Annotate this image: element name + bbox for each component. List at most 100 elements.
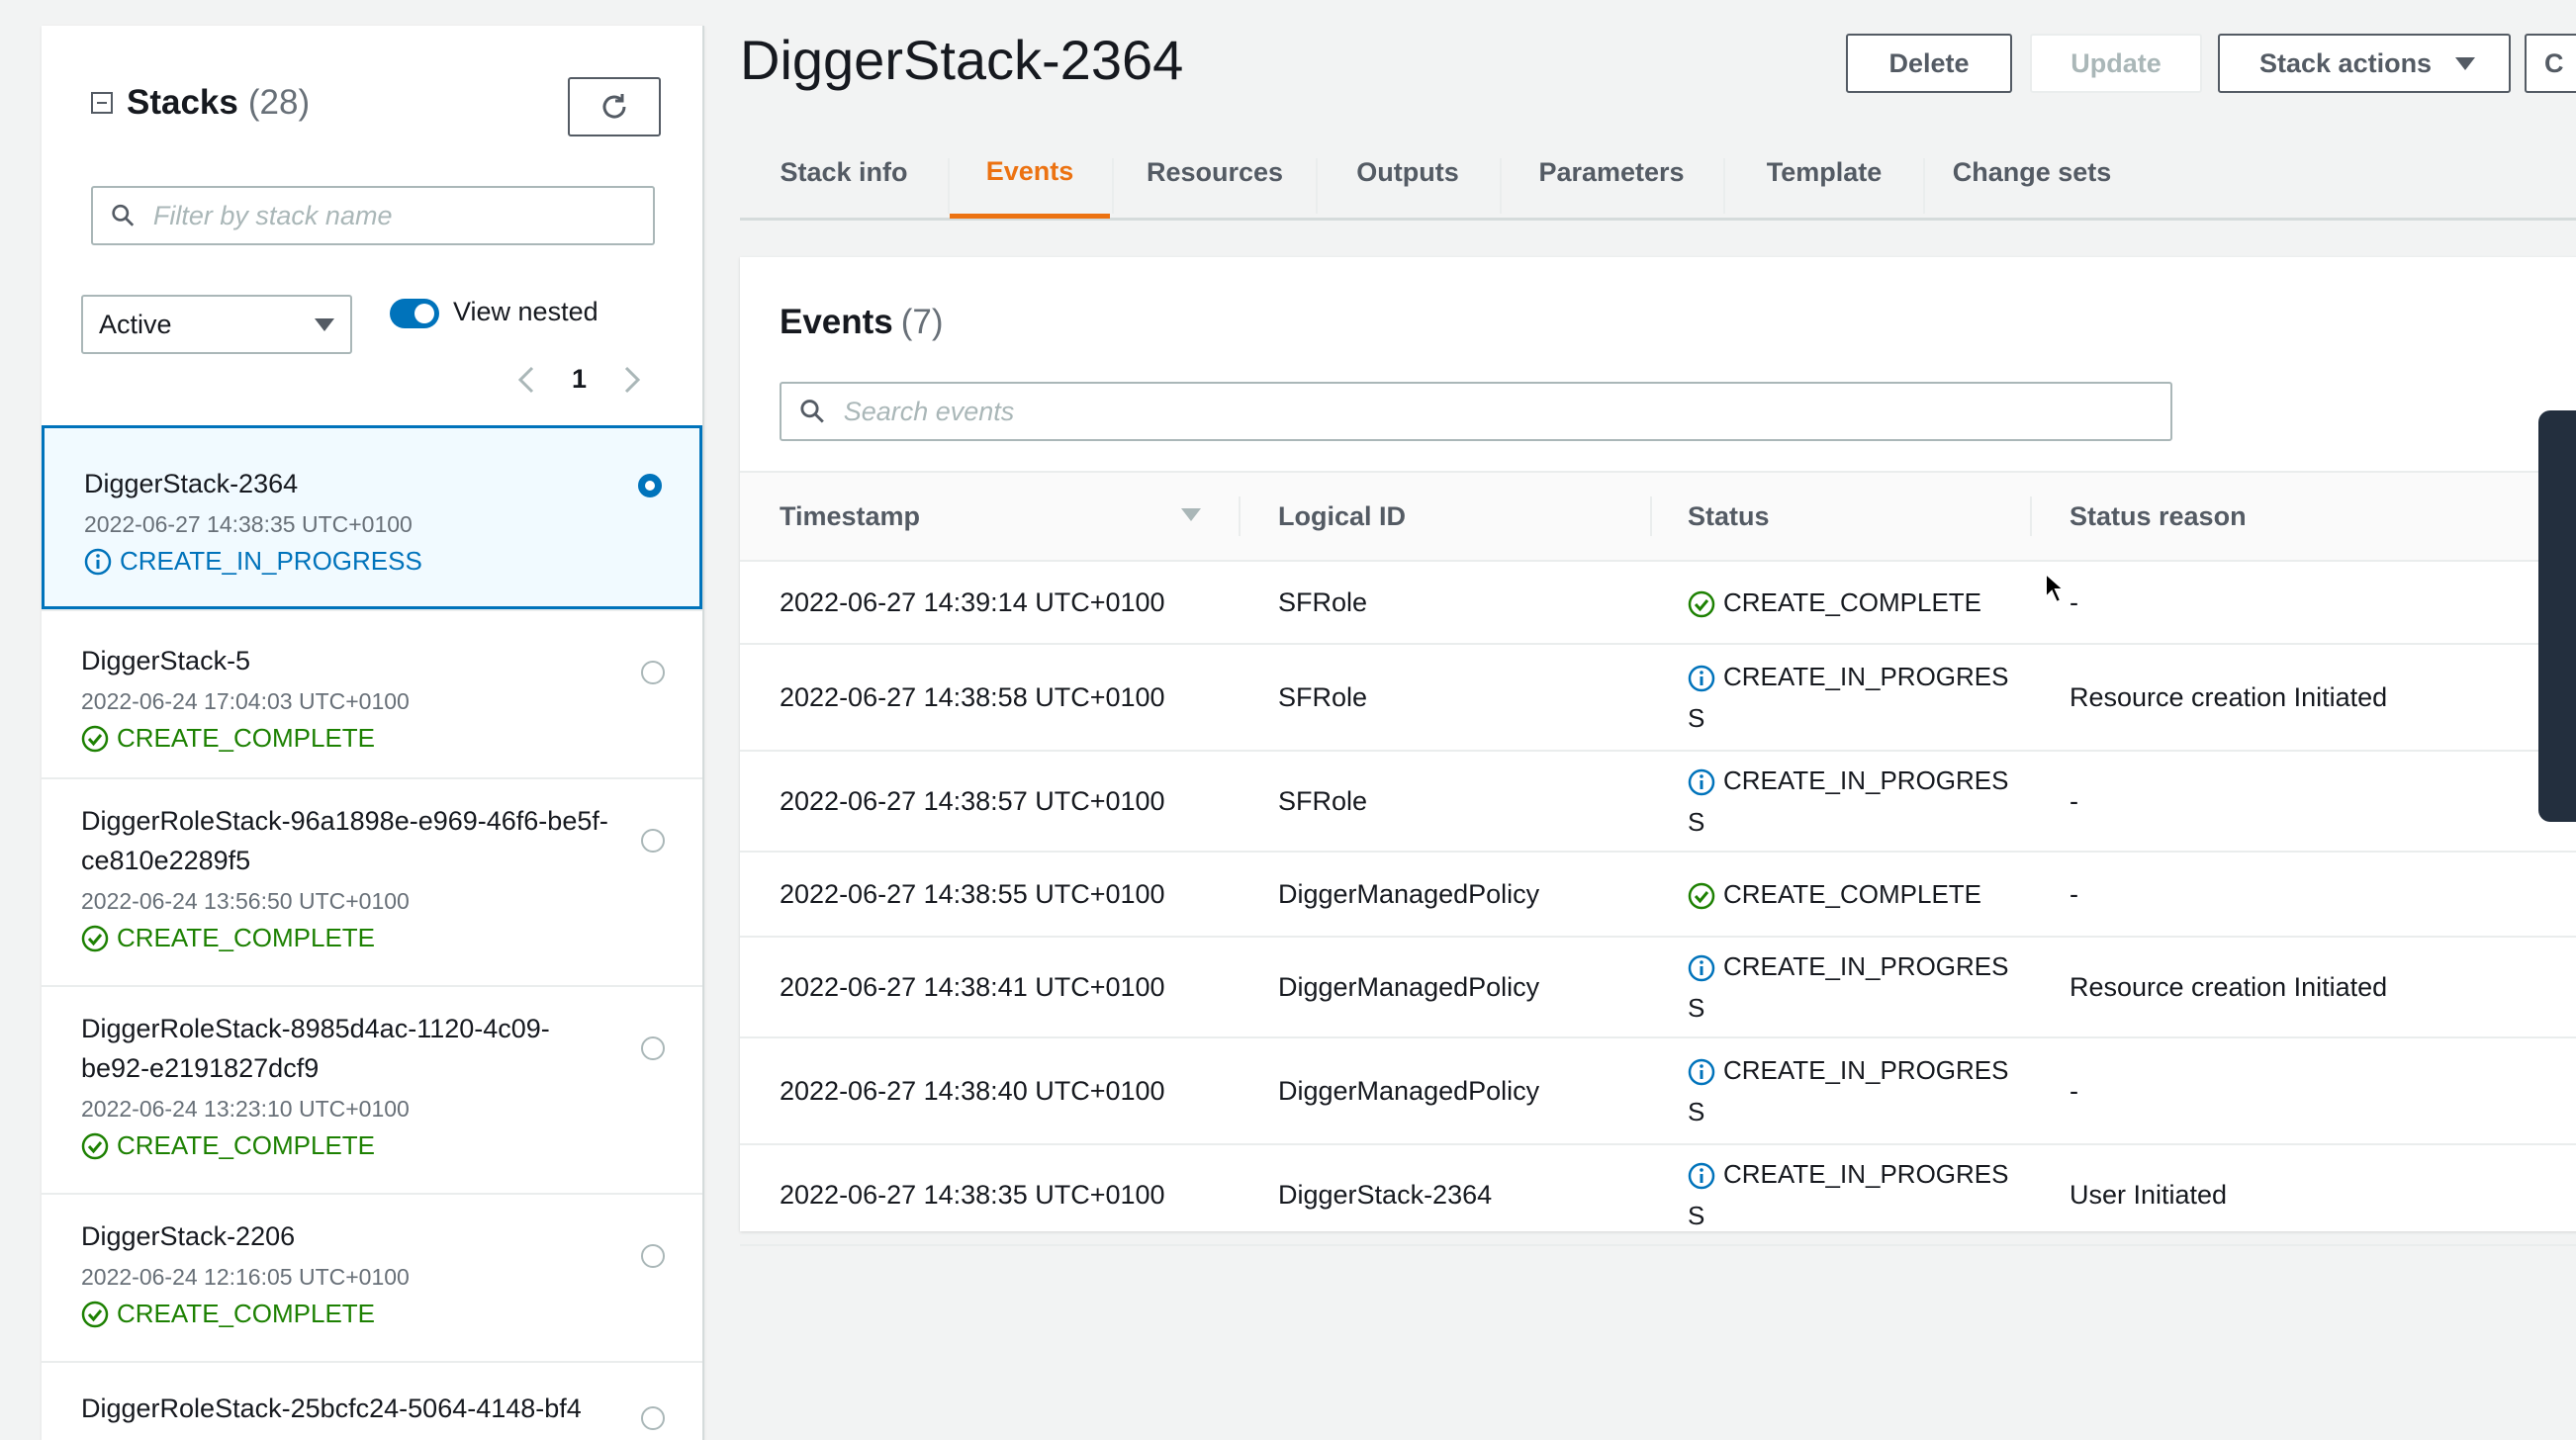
stack-status-text: CREATE_COMPLETE: [117, 923, 376, 952]
update-button[interactable]: Update: [2030, 34, 2202, 93]
event-status: CREATE_IN_PROGRES S: [1688, 1145, 2014, 1244]
table-row[interactable]: 2022-06-27 14:38:55 UTC+0100 DiggerManage…: [740, 853, 2576, 938]
event-status-text: CREATE_IN_PROGRES: [1723, 951, 2009, 981]
pagination: 1: [516, 364, 642, 395]
column-divider: [1650, 496, 1652, 536]
stack-filter-input[interactable]: [150, 199, 653, 232]
event-status-wrap: S: [1688, 1097, 1705, 1126]
tab-stack-info[interactable]: Stack info: [740, 129, 948, 216]
stack-tabs: Stack info Events Resources Outputs Para…: [740, 129, 2576, 221]
stack-list-item[interactable]: DiggerRoleStack-8985d4ac-1120-4c09-be92-…: [42, 985, 702, 1193]
event-timestamp: 2022-06-27 14:38:35 UTC+0100: [780, 1145, 1165, 1244]
refresh-button[interactable]: [568, 77, 661, 136]
tab-resources[interactable]: Resources: [1114, 129, 1316, 216]
event-logical-id-text: SFRole: [1278, 681, 1368, 712]
tab-outputs[interactable]: Outputs: [1318, 129, 1498, 216]
stack-filter-field[interactable]: [91, 186, 655, 245]
event-timestamp-text: 2022-06-27 14:38:55 UTC+0100: [780, 878, 1165, 909]
event-status-reason-text: -: [2070, 785, 2078, 816]
stack-select-radio[interactable]: [638, 474, 662, 497]
table-row[interactable]: 2022-06-27 14:38:57 UTC+0100 SFRole CREATE…: [740, 752, 2576, 853]
event-status: CREATE_IN_PROGRES S: [1688, 752, 2014, 851]
delete-button[interactable]: Delete: [1846, 34, 2012, 93]
stack-list-item[interactable]: DiggerStack-2364 2022-06-27 14:38:35 UTC…: [42, 425, 702, 609]
info-icon: [1688, 1058, 1715, 1086]
event-status-line: CREATE_IN_PROGRES: [1688, 656, 2008, 697]
column-header-logical-id[interactable]: Logical ID: [1278, 473, 1406, 560]
info-icon: [1688, 665, 1715, 692]
column-header-status-reason[interactable]: Status reason: [2070, 473, 2247, 560]
table-row[interactable]: 2022-06-27 14:38:41 UTC+0100 DiggerManage…: [740, 938, 2576, 1038]
table-row[interactable]: 2022-06-27 14:38:35 UTC+0100 DiggerStack-…: [740, 1145, 2576, 1246]
table-body: 2022-06-27 14:39:14 UTC+0100 SFRole CREATE…: [740, 562, 2576, 1246]
table-row[interactable]: 2022-06-27 14:39:14 UTC+0100 SFRole CREATE…: [740, 562, 2576, 645]
event-status-reason: User Initiated: [2070, 1145, 2227, 1244]
stack-status: CREATE_IN_PROGRESS: [84, 546, 699, 577]
event-status-reason-text: -: [2070, 586, 2078, 617]
sidebar-header: Stacks (28): [91, 83, 310, 123]
chevron-right-icon[interactable]: [622, 365, 642, 395]
table-row[interactable]: 2022-06-27 14:38:58 UTC+0100 SFRole CREATE…: [740, 645, 2576, 752]
sidebar-count: (28): [247, 83, 311, 122]
stack-name: DiggerRoleStack-96a1898e-e969-46f6-be5f-…: [81, 806, 608, 875]
stack-created-time: 2022-06-27 14:38:35 UTC+0100: [84, 511, 413, 537]
tab-template[interactable]: Template: [1725, 129, 1923, 216]
event-status-reason: -: [2070, 1038, 2078, 1143]
stack-status: CREATE_COMPLETE: [81, 923, 702, 953]
column-header-timestamp[interactable]: Timestamp: [780, 473, 920, 560]
check-circle-icon: [81, 725, 109, 752]
info-icon: [84, 548, 112, 575]
create-stack-button[interactable]: C: [2525, 34, 2576, 93]
event-logical-id-text: SFRole: [1278, 586, 1368, 617]
event-status-reason: -: [2070, 562, 2078, 643]
page-title: DiggerStack-2364: [740, 29, 1184, 91]
stack-actions-button[interactable]: Stack actions: [2218, 34, 2511, 93]
stack-list-item[interactable]: DiggerStack-2206 2022-06-24 12:16:05 UTC…: [42, 1193, 702, 1361]
events-search-input[interactable]: [841, 395, 2170, 428]
stack-select-radio[interactable]: [641, 1036, 665, 1060]
stack-select-radio[interactable]: [641, 1406, 665, 1430]
column-header-status[interactable]: Status: [1688, 473, 1770, 560]
view-nested-toggle[interactable]: [390, 299, 439, 328]
event-timestamp: 2022-06-27 14:38:41 UTC+0100: [780, 938, 1165, 1036]
event-status-reason: Resource creation Initiated: [2070, 938, 2387, 1036]
stack-select-radio[interactable]: [641, 661, 665, 684]
stack-status-text: CREATE_COMPLETE: [117, 723, 376, 753]
event-status-wrap: S: [1688, 993, 1705, 1023]
view-nested-label: View nested: [453, 297, 598, 326]
events-search-field[interactable]: [780, 382, 2172, 441]
event-logical-id: SFRole: [1278, 752, 1367, 851]
events-header: Events (7): [780, 303, 944, 342]
stack-list-item[interactable]: DiggerStack-5 2022-06-24 17:04:03 UTC+01…: [42, 609, 702, 777]
stack-list-item[interactable]: DiggerRoleStack-25bcfc24-5064-4148-bf4: [42, 1361, 702, 1440]
tab-change-sets[interactable]: Change sets: [1925, 129, 2139, 216]
event-logical-id-text: DiggerManagedPolicy: [1278, 971, 1540, 1002]
sidebar-title: Stacks: [127, 83, 238, 122]
events-panel: Events (7) Timestamp Logical ID Status S…: [740, 257, 2576, 1246]
sort-desc-icon[interactable]: [1181, 508, 1201, 521]
event-status-wrap: S: [1688, 703, 1705, 733]
stack-created-time: 2022-06-24 17:04:03 UTC+0100: [81, 688, 410, 714]
tab-events[interactable]: Events: [950, 129, 1110, 219]
tab-parameters[interactable]: Parameters: [1502, 129, 1721, 216]
event-status-reason-text: User Initiated: [2070, 1179, 2228, 1210]
stack-select-radio[interactable]: [641, 829, 665, 853]
event-logical-id: DiggerStack-2364: [1278, 1145, 1492, 1244]
events-title: Events: [780, 303, 893, 341]
stack-status-select[interactable]: Active: [81, 295, 352, 354]
stack-status: CREATE_COMPLETE: [81, 1130, 702, 1161]
chevron-left-icon[interactable]: [516, 365, 536, 395]
stack-list-item[interactable]: DiggerRoleStack-96a1898e-e969-46f6-be5f-…: [42, 777, 702, 985]
collapse-icon[interactable]: [91, 92, 113, 114]
event-timestamp: 2022-06-27 14:38:58 UTC+0100: [780, 645, 1165, 750]
events-count: (7): [900, 303, 944, 341]
event-timestamp: 2022-06-27 14:39:14 UTC+0100: [780, 562, 1165, 643]
page-number[interactable]: 1: [572, 364, 587, 395]
help-panel-tab[interactable]: [2538, 410, 2576, 822]
stack-status-text: CREATE_IN_PROGRESS: [120, 546, 422, 576]
stack-status-select-value: Active: [99, 309, 172, 339]
stack-created-time: 2022-06-24 13:56:50 UTC+0100: [81, 888, 410, 914]
table-row[interactable]: 2022-06-27 14:38:40 UTC+0100 DiggerManage…: [740, 1038, 2576, 1145]
event-timestamp: 2022-06-27 14:38:40 UTC+0100: [780, 1038, 1165, 1143]
stack-select-radio[interactable]: [641, 1244, 665, 1268]
